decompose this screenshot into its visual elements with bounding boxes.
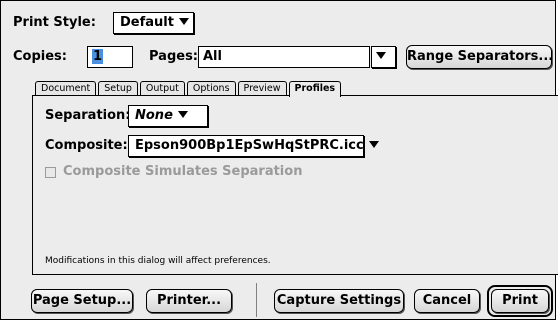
copies-value: 1 [92, 49, 104, 64]
pages-field[interactable]: All [198, 46, 370, 68]
tab-document[interactable]: Document [35, 81, 97, 96]
separation-popup[interactable]: None [128, 105, 208, 127]
range-separators-button[interactable]: Range Separators... [406, 45, 553, 69]
pages-value: All [203, 49, 222, 64]
pages-label: Pages: [149, 49, 199, 64]
print-style-popup[interactable]: Default [113, 12, 194, 34]
tab-preview[interactable]: Preview [237, 81, 287, 96]
chevron-down-icon [376, 52, 386, 59]
cancel-button[interactable]: Cancel [414, 289, 480, 313]
chevron-down-icon [368, 141, 379, 148]
tab-profiles[interactable]: Profiles [288, 81, 342, 97]
tab-bar: Document Setup Output Options Preview Pr… [35, 81, 343, 97]
button-divider [256, 283, 257, 317]
chevron-down-icon [177, 111, 188, 118]
print-dialog: Print Style: Default Copies: 1 Pages: Al… [0, 0, 558, 320]
pages-dropdown-button[interactable] [371, 46, 396, 68]
print-button[interactable]: Print [491, 289, 549, 313]
printer-button[interactable]: Printer... [146, 289, 232, 313]
print-style-label: Print Style: [13, 15, 96, 30]
tab-options[interactable]: Options [186, 81, 236, 96]
copies-label: Copies: [13, 49, 67, 64]
preferences-note: Modifications in this dialog will affect… [45, 256, 271, 266]
print-style-value: Default [120, 15, 174, 30]
separation-value: None [135, 108, 173, 123]
composite-label: Composite: [45, 138, 128, 153]
composite-popup[interactable]: Epson900Bp1EpSwHqStPRC.icc [128, 135, 379, 157]
copies-field[interactable]: 1 [87, 46, 133, 68]
chevron-down-icon [178, 18, 189, 25]
page-setup-button[interactable]: Page Setup... [31, 289, 133, 313]
capture-settings-button[interactable]: Capture Settings [274, 289, 404, 313]
composite-simulates-label: Composite Simulates Separation [63, 164, 303, 179]
composite-value: Epson900Bp1EpSwHqStPRC.icc [135, 138, 364, 153]
profiles-panel: Separation: None Composite: Epson900Bp1E… [32, 95, 558, 275]
separation-label: Separation: [45, 108, 131, 123]
tab-output[interactable]: Output [139, 81, 185, 96]
composite-simulates-checkbox[interactable] [45, 167, 56, 178]
tab-setup[interactable]: Setup [98, 81, 138, 96]
